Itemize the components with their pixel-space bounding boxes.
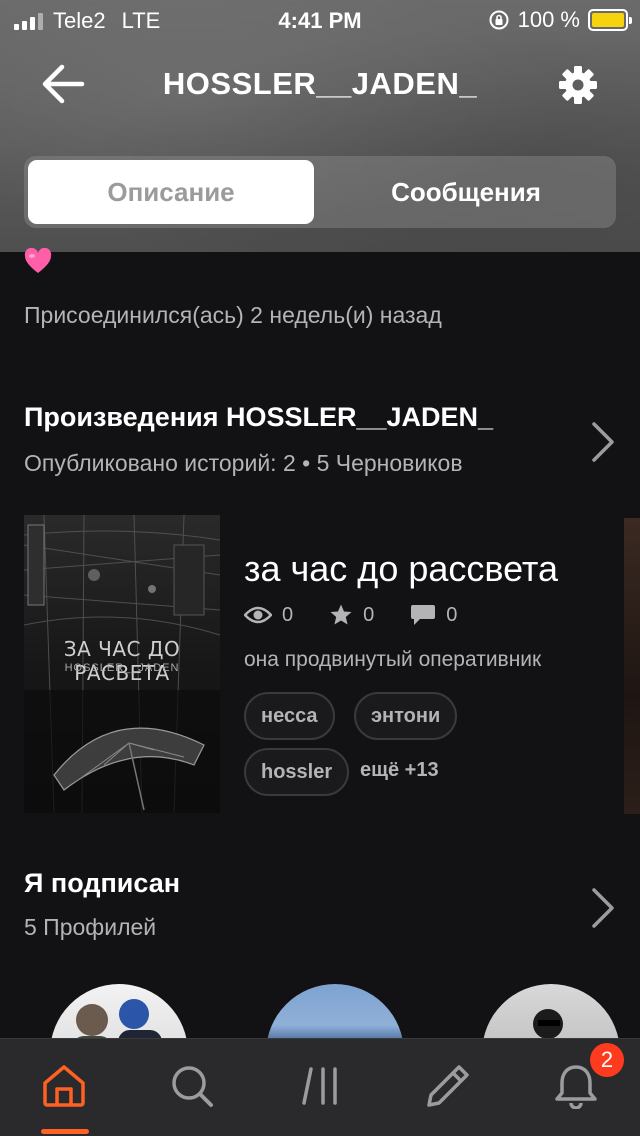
pink-heart-icon bbox=[24, 248, 52, 273]
following-section-title[interactable]: Я подписан bbox=[24, 868, 180, 899]
comment-icon bbox=[411, 605, 436, 625]
joined-date: Присоединился(ась) 2 недель(и) назад bbox=[24, 302, 442, 328]
navigation-bar: HOSSLER__JADEN_ bbox=[0, 52, 640, 116]
rotation-lock-icon bbox=[489, 10, 509, 30]
story-description: она продвинутый оперативник bbox=[244, 648, 542, 671]
eye-icon bbox=[244, 606, 272, 624]
gear-icon[interactable] bbox=[556, 63, 600, 107]
tab-messages[interactable]: Сообщения bbox=[320, 160, 612, 224]
tab-description[interactable]: Описание bbox=[28, 160, 314, 224]
cover-author-text: HOSSLER__JADEN bbox=[64, 662, 180, 674]
more-tags-link[interactable]: ещё +13 bbox=[360, 759, 439, 782]
chevron-right-icon[interactable] bbox=[590, 886, 616, 930]
profile-segmented-control: Описание Сообщения bbox=[24, 156, 616, 228]
bottom-tab-bar bbox=[0, 1038, 640, 1136]
active-tab-indicator bbox=[41, 1129, 89, 1134]
votes-count: 0 bbox=[363, 603, 375, 626]
write-icon[interactable] bbox=[425, 1063, 471, 1109]
views-count: 0 bbox=[282, 603, 294, 626]
tag-chip[interactable]: несса bbox=[244, 692, 335, 740]
notifications-icon[interactable] bbox=[553, 1063, 599, 1109]
story-title[interactable]: за час до рассвета bbox=[244, 548, 574, 590]
status-bar: Tele2 LTE 4:41 PM 100 % bbox=[0, 0, 640, 40]
tag-chip[interactable]: энтони bbox=[354, 692, 458, 740]
next-story-cover[interactable] bbox=[624, 518, 640, 814]
umbrella-icon bbox=[53, 727, 205, 811]
search-icon[interactable] bbox=[169, 1063, 215, 1109]
story-cover[interactable]: ЗА ЧАС ДО РАСВЕТА HOSSLER__JADEN bbox=[24, 515, 220, 813]
cover-title-text: ЗА ЧАС ДО РАСВЕТА bbox=[63, 637, 181, 685]
chevron-right-icon[interactable] bbox=[590, 420, 616, 464]
story-stats: 0 0 0 bbox=[244, 603, 493, 627]
library-icon[interactable] bbox=[299, 1063, 345, 1109]
works-section-subtitle: Опубликовано историй: 2 • 5 Черновиков bbox=[24, 450, 463, 476]
battery-icon bbox=[588, 9, 632, 31]
star-icon bbox=[330, 604, 352, 625]
tag-chip[interactable]: hossler bbox=[244, 748, 350, 796]
home-icon[interactable] bbox=[41, 1063, 87, 1109]
battery-percent: 100 % bbox=[517, 7, 580, 32]
works-section-title[interactable]: Произведения HOSSLER__JADEN_ bbox=[24, 402, 493, 433]
notification-badge: 2 bbox=[590, 1043, 624, 1077]
page-title: HOSSLER__JADEN_ bbox=[162, 66, 478, 101]
following-section-subtitle: 5 Профилей bbox=[24, 914, 157, 940]
comments-count: 0 bbox=[446, 603, 458, 626]
